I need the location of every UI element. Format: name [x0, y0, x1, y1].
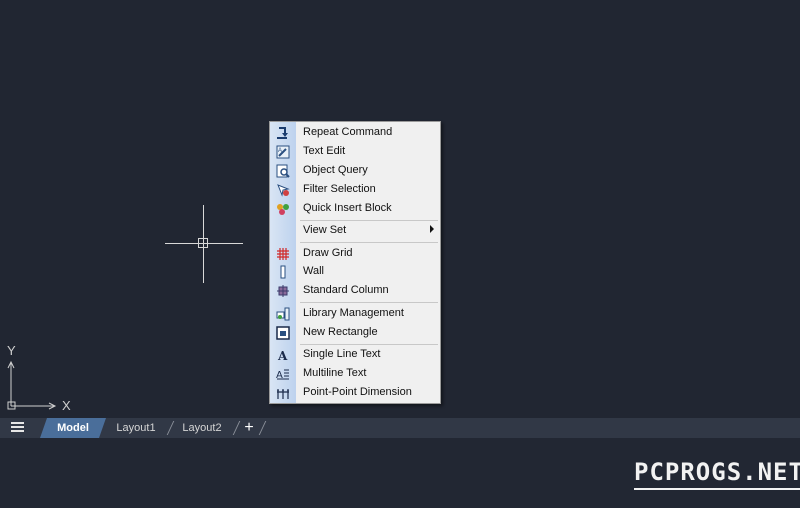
single-line-text-icon: A — [276, 348, 290, 363]
menu-item-label: Standard Column — [303, 284, 389, 296]
tab-divider — [232, 421, 241, 435]
menu-separator — [300, 344, 438, 345]
text-edit-icon: A — [276, 145, 290, 159]
submenu-arrow-icon — [430, 225, 434, 233]
menu-item-label: Filter Selection — [303, 183, 376, 195]
menu-item-label: Text Edit — [303, 145, 346, 157]
filter-selection-icon — [276, 183, 290, 197]
menu-item-quick-insert-block[interactable]: Quick Insert Block — [270, 200, 440, 218]
menu-item-standard-column[interactable]: Standard Column — [270, 282, 440, 300]
add-layout-button[interactable]: + — [243, 418, 255, 438]
menu-item-object-query[interactable]: Object Query — [270, 162, 440, 180]
context-menu: Repeat Command A Text Edit Object Query … — [269, 121, 441, 404]
menu-item-label: Single Line Text — [303, 348, 381, 360]
column-icon — [276, 284, 290, 298]
svg-text:A: A — [278, 148, 282, 154]
menu-item-label: Repeat Command — [303, 126, 393, 138]
insert-block-icon — [276, 202, 290, 216]
menu-item-view-set[interactable]: View Set — [270, 222, 440, 240]
tab-divider — [258, 421, 267, 435]
rectangle-icon — [276, 326, 290, 340]
menu-item-label: Object Query — [303, 164, 368, 176]
menu-item-text-edit[interactable]: A Text Edit — [270, 143, 440, 161]
library-icon — [276, 307, 290, 321]
menu-item-label: Multiline Text — [303, 367, 367, 379]
hamburger-menu-icon[interactable] — [11, 422, 24, 433]
grid-icon — [276, 247, 290, 261]
menu-item-label: Quick Insert Block — [303, 202, 392, 214]
wall-icon — [276, 265, 290, 279]
menu-item-label: Point-Point Dimension — [303, 386, 412, 398]
menu-item-single-line-text[interactable]: A Single Line Text — [270, 346, 440, 364]
menu-item-wall[interactable]: Wall — [270, 263, 440, 281]
menu-item-label: New Rectangle — [303, 326, 378, 338]
menu-item-point-point-dimension[interactable]: Point-Point Dimension — [270, 384, 440, 402]
menu-item-library-management[interactable]: Library Management — [270, 305, 440, 323]
menu-separator — [300, 242, 438, 243]
tab-layout1[interactable]: Layout1 — [110, 418, 162, 438]
menu-separator — [300, 302, 438, 303]
menu-item-multiline-text[interactable]: A Multiline Text — [270, 365, 440, 383]
menu-item-repeat-command[interactable]: Repeat Command — [270, 124, 440, 142]
dimension-icon — [276, 386, 290, 400]
ucs-x-label: X — [62, 398, 71, 413]
tab-layout2[interactable]: Layout2 — [176, 418, 228, 438]
object-query-icon — [276, 164, 290, 178]
layout-tab-bar: Model Layout1 Layout2 + — [0, 418, 800, 438]
menu-separator — [300, 220, 438, 221]
menu-item-draw-grid[interactable]: Draw Grid — [270, 245, 440, 263]
watermark-text: PCPROGS.NET — [634, 458, 800, 490]
menu-item-label: Draw Grid — [303, 247, 353, 259]
menu-item-label: Library Management — [303, 307, 404, 319]
ucs-y-label: Y — [7, 343, 16, 358]
menu-item-filter-selection[interactable]: Filter Selection — [270, 181, 440, 199]
tab-model[interactable]: Model — [40, 418, 106, 438]
multiline-text-icon: A — [276, 367, 290, 381]
crosshair-pickbox — [198, 238, 208, 248]
tab-divider — [166, 421, 175, 435]
menu-item-new-rectangle[interactable]: New Rectangle — [270, 324, 440, 342]
menu-item-label: Wall — [303, 265, 324, 277]
repeat-icon — [276, 126, 290, 140]
svg-text:A: A — [277, 349, 288, 362]
menu-item-label: View Set — [303, 224, 347, 236]
ucs-icon: Y X — [0, 340, 80, 420]
